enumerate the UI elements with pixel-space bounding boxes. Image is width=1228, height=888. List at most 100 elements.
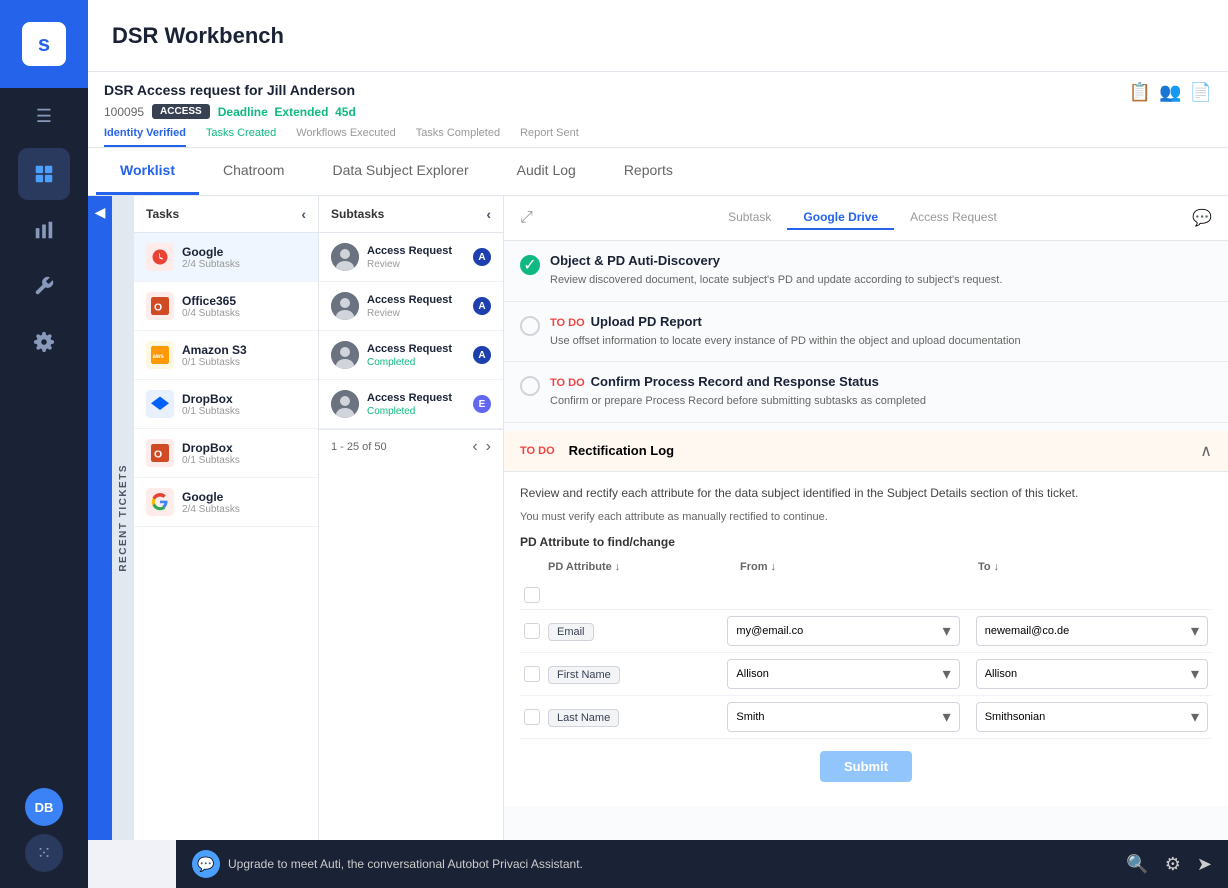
- subtask-item-2[interactable]: Access Request Review A: [319, 282, 503, 331]
- google-icon-2: [146, 488, 174, 516]
- task-item-google-1[interactable]: Google 2/4 Subtasks: [134, 233, 318, 282]
- sidebar: s ☰ DB ⁙: [0, 0, 88, 888]
- apps-button[interactable]: ⁙: [25, 834, 63, 872]
- share-button[interactable]: ➤: [1197, 854, 1212, 875]
- progress-tab-tasks[interactable]: Tasks Created: [206, 127, 276, 147]
- sidebar-item-tools[interactable]: [18, 260, 70, 312]
- filter-button[interactable]: ⚙: [1165, 854, 1181, 875]
- detail-tab-access-request[interactable]: Access Request: [894, 206, 1013, 230]
- progress-tab-report[interactable]: Report Sent: [520, 127, 579, 147]
- tab-chatroom[interactable]: Chatroom: [199, 148, 308, 195]
- to-firstname-select[interactable]: Allison ▾: [976, 659, 1208, 689]
- task-label-1: Object & PD Auti-Discovery: [550, 253, 1212, 268]
- progress-tab-completed[interactable]: Tasks Completed: [416, 127, 500, 147]
- recent-tickets-label: RECENT TICKETS: [118, 464, 129, 572]
- settings-icon: [33, 331, 55, 353]
- task-item-office365[interactable]: O Office365 0/4 Subtasks: [134, 282, 318, 331]
- tasks-nav-left[interactable]: ‹: [301, 206, 306, 222]
- task-info-google-2: Google 2/4 Subtasks: [182, 490, 306, 515]
- submit-button[interactable]: Submit: [820, 751, 912, 782]
- user-avatar[interactable]: DB: [25, 788, 63, 826]
- users-icon[interactable]: 👥: [1159, 82, 1181, 103]
- comment-icon[interactable]: 💬: [1192, 208, 1212, 228]
- ticket-bar: DSR Access request for Jill Anderson 100…: [88, 72, 1228, 148]
- task-item-dropbox-2[interactable]: O DropBox 0/1 Subtasks: [134, 429, 318, 478]
- task-row-1: ✓ Object & PD Auti-Discovery Review disc…: [520, 253, 1212, 289]
- todo-label-3: TO DO: [550, 377, 585, 389]
- dropbox-icon-1: [146, 390, 174, 418]
- tab-reports[interactable]: Reports: [600, 148, 697, 195]
- expand-icon[interactable]: ⤢: [520, 209, 533, 227]
- task-desc-2: Use offset information to locate every i…: [550, 333, 1212, 350]
- attr-checkbox-placeholder[interactable]: [524, 587, 540, 603]
- subtask-avatar-4: [331, 390, 359, 418]
- document-icon[interactable]: 📄: [1190, 82, 1212, 103]
- tab-data-subject-explorer[interactable]: Data Subject Explorer: [308, 148, 492, 195]
- from-firstname-select[interactable]: Allison ▾: [727, 659, 959, 689]
- bottom-actions: 🔍 ⚙ ➤: [1126, 854, 1212, 875]
- next-page-button[interactable]: ›: [486, 438, 491, 456]
- collapse-icon[interactable]: ∧: [1200, 441, 1212, 461]
- tab-worklist[interactable]: Worklist: [96, 148, 199, 195]
- subtasks-nav-left[interactable]: ‹: [486, 206, 491, 222]
- from-lastname-select[interactable]: Smith ▾: [727, 702, 959, 732]
- attr-checkbox-lastname[interactable]: [524, 709, 540, 725]
- logo-box: s: [22, 22, 66, 66]
- header-actions: 📋 👥 📄: [1129, 82, 1212, 103]
- menu-button[interactable]: ☰: [0, 92, 88, 140]
- rect-title: Rectification Log: [569, 443, 674, 458]
- subtask-item-3[interactable]: Access Request Completed A: [319, 331, 503, 380]
- auti-icon: 💬: [192, 850, 220, 878]
- from-email-chevron: ▾: [943, 621, 951, 641]
- prev-page-button[interactable]: ‹: [472, 438, 477, 456]
- export-icon[interactable]: 📋: [1129, 82, 1151, 103]
- tasks-panel-header: Tasks ‹: [134, 196, 318, 233]
- sidebar-item-settings[interactable]: [18, 316, 70, 368]
- tab-audit-log[interactable]: Audit Log: [493, 148, 600, 195]
- to-lastname-select[interactable]: Smithsonian ▾: [976, 702, 1208, 732]
- task-item-google-2[interactable]: Google 2/4 Subtasks: [134, 478, 318, 527]
- col-pd-attribute: PD Attribute ↓: [548, 561, 732, 573]
- attr-row-email: Email my@email.co ▾ newemail@co.de ▾: [520, 610, 1212, 653]
- rect-note: You must verify each attribute as manual…: [520, 511, 1212, 523]
- from-lastname-chevron: ▾: [943, 707, 951, 727]
- task-check-2[interactable]: [520, 316, 540, 336]
- attr-checkbox-firstname[interactable]: [524, 666, 540, 682]
- rectification-header[interactable]: TO DO Rectification Log ∧: [504, 431, 1228, 472]
- panels-row: ◀ RECENT TICKETS Tasks ‹: [88, 196, 1228, 840]
- task-info-dropbox-2: DropBox 0/1 Subtasks: [182, 441, 306, 466]
- subtask-badge-3: A: [473, 346, 491, 364]
- progress-tab-identity[interactable]: Identity Verified: [104, 127, 186, 147]
- task-check-3[interactable]: [520, 376, 540, 396]
- rect-todo-label: TO DO: [520, 445, 555, 457]
- bottom-bar: 💬 Upgrade to meet Auti, the conversation…: [176, 840, 1228, 888]
- progress-tab-workflows[interactable]: Workflows Executed: [296, 127, 395, 147]
- recent-tickets-tab[interactable]: RECENT TICKETS: [112, 196, 134, 840]
- check-circle-empty-2: [520, 316, 540, 336]
- subtask-item-4[interactable]: Access Request Completed E: [319, 380, 503, 429]
- attr-table-header: PD Attribute ↓ From ↓ To ↓: [520, 557, 1212, 577]
- ticket-id: 100095: [104, 105, 144, 119]
- logo: s: [0, 0, 88, 88]
- search-button[interactable]: 🔍: [1126, 854, 1148, 875]
- sidebar-nav: [18, 148, 70, 788]
- to-email-select[interactable]: newemail@co.de ▾: [976, 616, 1208, 646]
- task-item-amazon-s3[interactable]: aws Amazon S3 0/1 Subtasks: [134, 331, 318, 380]
- full-content: DSR Access request for Jill Anderson 100…: [88, 72, 1228, 840]
- from-email-select[interactable]: my@email.co ▾: [727, 616, 959, 646]
- detail-tab-google-drive[interactable]: Google Drive: [787, 206, 894, 230]
- tasks-header-label: Tasks: [146, 207, 179, 221]
- subtask-item-1[interactable]: Access Request Review A: [319, 233, 503, 282]
- task-section-2: TO DOUpload PD Report Use offset informa…: [504, 302, 1228, 363]
- attr-checkbox-email[interactable]: [524, 623, 540, 639]
- to-lastname-value: Smithsonian: [985, 711, 1191, 723]
- sidebar-item-analytics[interactable]: [18, 204, 70, 256]
- detail-tab-subtask[interactable]: Subtask: [712, 206, 787, 230]
- sidebar-item-home[interactable]: [18, 148, 70, 200]
- deadline-status: Extended: [274, 105, 328, 119]
- task-item-dropbox-1[interactable]: DropBox 0/1 Subtasks: [134, 380, 318, 429]
- subtasks-header-label: Subtasks: [331, 207, 384, 221]
- attr-tag-lastname: Last Name: [548, 709, 619, 727]
- task-check-1[interactable]: ✓: [520, 255, 540, 275]
- collapse-button[interactable]: ◀: [88, 196, 112, 840]
